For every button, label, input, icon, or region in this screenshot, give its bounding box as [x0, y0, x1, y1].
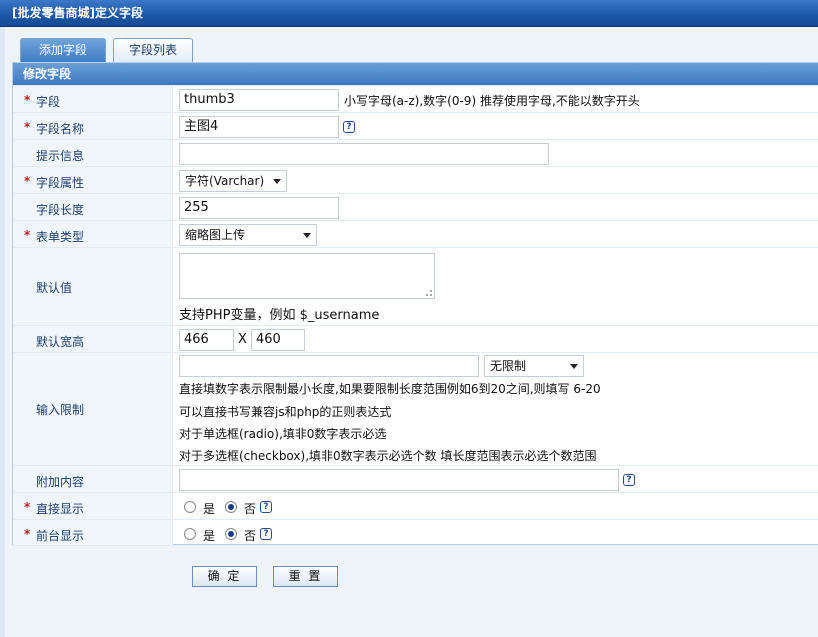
row-direct-show: * 直接显示 是 否 ?: [13, 492, 818, 519]
row-attr: * 字段属性 字符(Varchar): [13, 166, 818, 193]
row-form-type: * 表单类型 缩略图上传: [13, 220, 818, 247]
limit-hint-1: 直接填数字表示限制最小长度,如果要限制长度范围例如6到20之间,则填写 6-20: [179, 382, 601, 396]
window-title: [批发零售商城]定义字段: [0, 0, 818, 27]
front-show-no-radio[interactable]: [225, 528, 237, 540]
chevron-down-icon: [273, 179, 281, 184]
size-label: 默认宽高: [36, 335, 85, 349]
row-extra: 附加内容 ?: [13, 465, 818, 492]
limit-hint-4: 对于多选框(checkbox),填非0数字表示必选个数 填长度范围表示必选个数范…: [179, 449, 597, 463]
row-field: * 字段 thumb3 小写字母(a-z),数字(0-9) 推荐使用字母,不能以数…: [13, 85, 818, 112]
required-mark: *: [24, 228, 31, 242]
default-hint: 支持PHP变量，例如 $_username: [179, 308, 380, 323]
default-textarea[interactable]: [179, 253, 435, 299]
form-type-select[interactable]: 缩略图上传: [179, 224, 317, 246]
default-label: 默认值: [36, 281, 73, 295]
resize-grip-icon[interactable]: [426, 290, 432, 296]
attr-select[interactable]: 字符(Varchar): [179, 170, 287, 192]
direct-show-yes-radio[interactable]: [184, 501, 196, 513]
help-icon[interactable]: ?: [343, 121, 355, 133]
attr-select-value: 字符(Varchar): [185, 174, 265, 188]
limit-hint-2: 可以直接书写兼容js和php的正则表达式: [179, 405, 392, 419]
tab-field-list[interactable]: 字段列表: [113, 38, 193, 62]
direct-show-no-label: 否: [244, 502, 257, 516]
help-icon[interactable]: ?: [260, 501, 272, 513]
size-separator: X: [238, 332, 247, 347]
tab-add-field[interactable]: 添加字段: [20, 38, 106, 62]
section-title: 修改字段: [13, 63, 818, 85]
left-strip: [0, 27, 5, 637]
reset-button[interactable]: 重 置: [273, 566, 338, 587]
height-input[interactable]: 460: [251, 329, 305, 351]
chevron-down-icon: [570, 364, 578, 369]
row-field-name: * 字段名称 主图4 ?: [13, 112, 818, 139]
edit-field-form: 修改字段 * 字段 thumb3 小写字母(a-z),数字(0-9) 推荐使用字母…: [12, 62, 818, 546]
field-hint: 小写字母(a-z),数字(0-9) 推荐使用字母,不能以数字开头: [344, 94, 640, 108]
required-mark: *: [24, 527, 31, 541]
tip-input[interactable]: [179, 143, 549, 165]
help-icon[interactable]: ?: [260, 528, 272, 540]
limit-label: 输入限制: [36, 403, 85, 417]
required-mark: *: [24, 93, 31, 107]
length-input[interactable]: 255: [179, 197, 339, 219]
width-input[interactable]: 466: [179, 329, 234, 351]
limit-select-value: 无限制: [490, 359, 527, 373]
row-length: 字段长度 255: [13, 193, 818, 220]
field-name-input[interactable]: 主图4: [179, 116, 339, 138]
submit-button[interactable]: 确 定: [192, 566, 257, 587]
attr-label: 字段属性: [36, 176, 85, 190]
chevron-down-icon: [303, 233, 311, 238]
limit-select[interactable]: 无限制: [484, 355, 584, 377]
field-input[interactable]: thumb3: [179, 89, 339, 111]
form-type-label: 表单类型: [36, 230, 85, 244]
direct-show-yes-label: 是: [203, 502, 216, 516]
row-size: 默认宽高 466 X 460: [13, 325, 818, 352]
field-name-label: 字段名称: [36, 122, 85, 136]
front-show-yes-radio[interactable]: [184, 528, 196, 540]
required-mark: *: [24, 120, 31, 134]
extra-label: 附加内容: [36, 475, 85, 489]
help-icon[interactable]: ?: [623, 474, 635, 486]
front-show-label: 前台显示: [36, 529, 85, 543]
direct-show-no-radio[interactable]: [225, 501, 237, 513]
extra-input[interactable]: [179, 469, 619, 491]
row-front-show: * 前台显示 是 否 ?: [13, 519, 818, 546]
direct-show-label: 直接显示: [36, 502, 85, 516]
limit-hint-3: 对于单选框(radio),填非0数字表示必选: [179, 427, 387, 441]
tip-label: 提示信息: [36, 149, 85, 163]
form-type-select-value: 缩略图上传: [185, 228, 246, 242]
front-show-yes-label: 是: [203, 529, 216, 543]
front-show-no-label: 否: [244, 529, 257, 543]
limit-input[interactable]: [179, 355, 479, 377]
row-default: 默认值 支持PHP变量，例如 $_username: [13, 247, 818, 325]
row-tip: 提示信息: [13, 139, 818, 166]
required-mark: *: [24, 174, 31, 188]
field-label: 字段: [36, 95, 61, 109]
row-limit: 输入限制 无限制 直接填数字表示限制最小长度,如果要限制长度范围例如6到20之间…: [13, 352, 818, 465]
required-mark: *: [24, 500, 31, 514]
length-label: 字段长度: [36, 203, 85, 217]
